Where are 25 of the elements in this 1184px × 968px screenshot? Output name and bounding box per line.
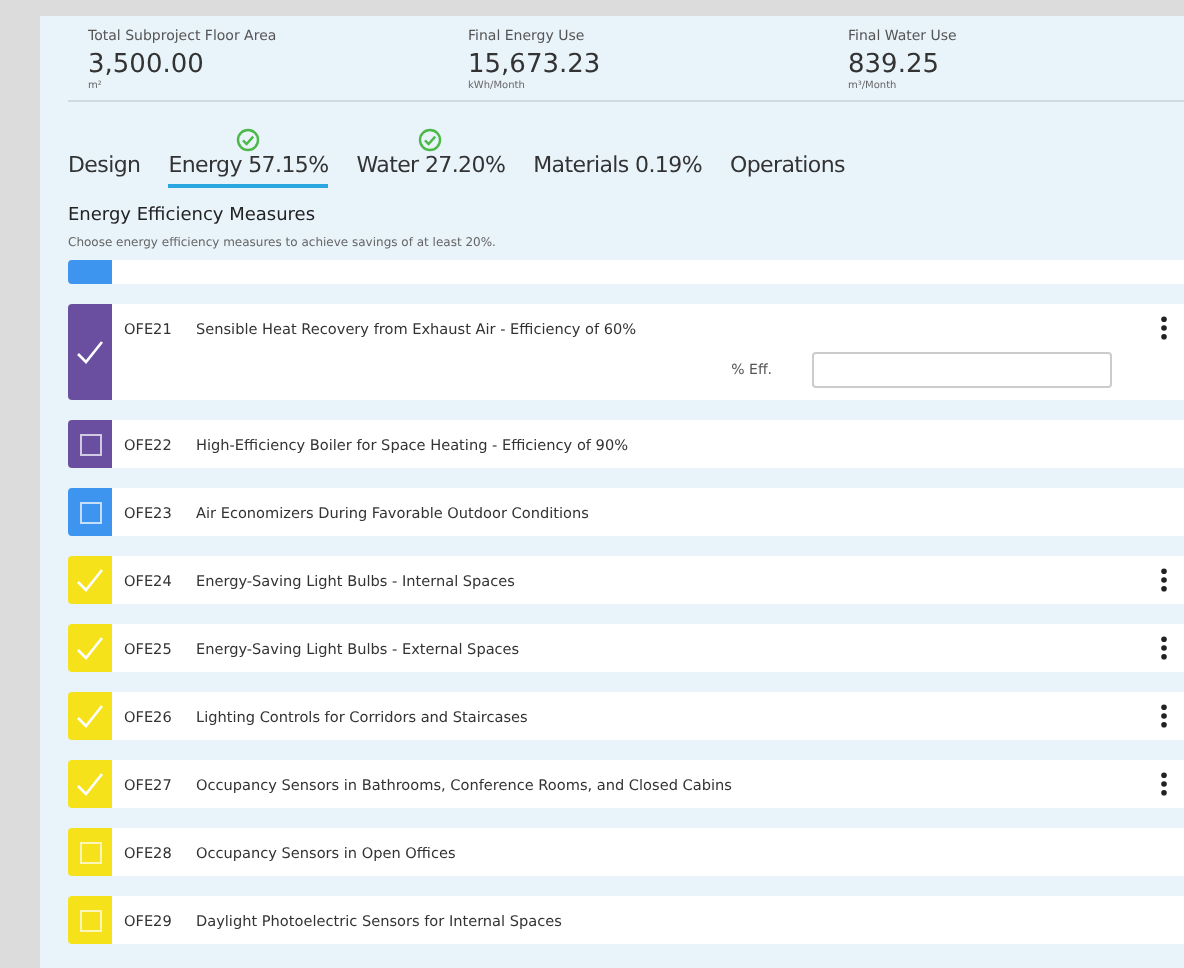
checkbox[interactable] bbox=[79, 909, 101, 931]
check-icon[interactable] bbox=[76, 772, 104, 796]
checkbox[interactable] bbox=[79, 501, 101, 523]
tab[interactable]: Energy 57.15% bbox=[168, 152, 329, 188]
stat-value: 15,673.23 bbox=[468, 50, 603, 80]
more-menu-icon[interactable] bbox=[1160, 772, 1168, 796]
tab[interactable]: Design bbox=[68, 152, 141, 188]
more-menu-icon[interactable] bbox=[1160, 704, 1168, 728]
check-icon[interactable] bbox=[76, 704, 104, 728]
check-icon[interactable] bbox=[76, 636, 104, 660]
measure-row[interactable] bbox=[68, 260, 1184, 284]
section-title: Energy Efficiency Measures bbox=[68, 206, 318, 226]
stat-value: 839.25 bbox=[848, 50, 941, 80]
tab[interactable]: Materials 0.19% bbox=[533, 152, 702, 188]
check-icon[interactable] bbox=[76, 568, 104, 592]
checkbox[interactable] bbox=[79, 433, 101, 455]
check-icon[interactable] bbox=[76, 340, 104, 364]
checkbox[interactable] bbox=[79, 841, 101, 863]
more-menu-icon[interactable] bbox=[1160, 636, 1168, 660]
tab[interactable]: Water 27.20% bbox=[356, 152, 506, 188]
more-menu-icon[interactable] bbox=[1160, 568, 1168, 592]
stat-value: 3,500.00 bbox=[88, 50, 206, 80]
tab[interactable]: Operations bbox=[729, 152, 845, 188]
more-menu-icon[interactable] bbox=[1160, 316, 1168, 340]
input-field[interactable] bbox=[812, 352, 1112, 388]
